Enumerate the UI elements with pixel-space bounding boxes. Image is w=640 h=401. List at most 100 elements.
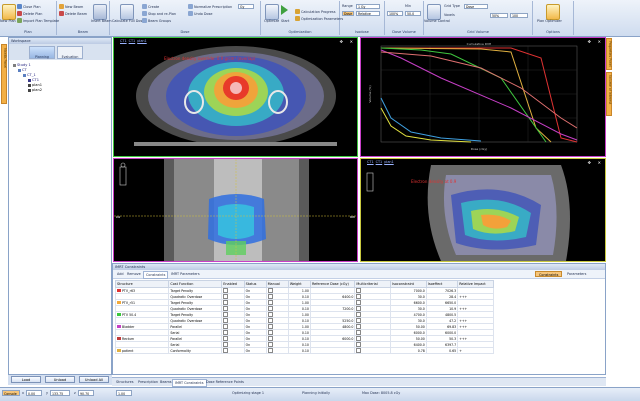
coronal-viewer[interactable]: LW RW xyxy=(113,158,358,262)
enabled-checkbox[interactable] xyxy=(223,288,229,293)
multicriterial-checkbox[interactable] xyxy=(356,348,362,353)
insert-beam-button[interactable]: Insert Beam xyxy=(91,19,112,23)
enabled-checkbox[interactable] xyxy=(223,324,229,329)
grid-value-field[interactable]: 50% xyxy=(490,13,508,18)
dose-toggle[interactable]: Dose xyxy=(342,11,354,16)
enabled-checkbox[interactable] xyxy=(223,318,229,323)
enabled-checkbox[interactable] xyxy=(223,336,229,341)
volume-control-button[interactable]: Volume Control xyxy=(424,19,450,23)
manual-checkbox[interactable] xyxy=(267,306,273,311)
manual-checkbox[interactable] xyxy=(267,312,273,317)
multicriterial-checkbox[interactable] xyxy=(356,288,362,293)
tab-prescription[interactable]: Prescription xyxy=(136,379,160,385)
manual-checkbox[interactable] xyxy=(267,336,273,341)
tab-structures[interactable]: Structures xyxy=(114,379,136,385)
weight-cell[interactable]: 0.10 xyxy=(287,347,311,354)
dvh-viewer[interactable]: ✥ ✕ Cumulative DVH Dose (cGy) Volume (%) xyxy=(360,37,606,157)
tab-evaluation[interactable]: Evaluation xyxy=(57,46,83,59)
enabled-checkbox[interactable] xyxy=(223,348,229,353)
stop-replan-button[interactable]: Stop and re-Plan xyxy=(142,11,176,16)
multicriterial-checkbox[interactable] xyxy=(356,330,362,335)
reference-dose-cell[interactable] xyxy=(309,347,356,354)
multicriterial-checkbox[interactable] xyxy=(356,312,362,317)
constraints-button[interactable]: Constraints xyxy=(535,271,563,277)
remove-button[interactable]: Remove xyxy=(125,271,143,277)
dose-level-field[interactable]: Relative xyxy=(356,11,380,16)
manual-checkbox[interactable] xyxy=(267,318,273,323)
console-button[interactable]: Console xyxy=(2,390,20,396)
multicriterial-checkbox[interactable] xyxy=(356,318,362,323)
new-plan-button[interactable]: New Plan xyxy=(0,19,16,23)
dose-unit-field[interactable]: Gy xyxy=(238,4,254,9)
start-button[interactable]: Start xyxy=(281,19,289,23)
tree-item-ct[interactable]: CT xyxy=(18,68,27,72)
table-row[interactable]: patient Conformality On 0.10 0.78 0.65 + xyxy=(114,347,605,354)
enabled-checkbox[interactable] xyxy=(223,342,229,347)
tab-planning[interactable]: Planning xyxy=(29,46,55,59)
left-side-strip[interactable]: Mantis Panel xyxy=(1,44,7,104)
optimize-button[interactable]: Optimize xyxy=(264,19,279,23)
manual-checkbox[interactable] xyxy=(267,342,273,347)
create-button[interactable]: Create xyxy=(142,4,159,9)
close-plan-button[interactable]: Close Plan xyxy=(17,4,41,9)
import-plan-template-button[interactable]: Import Plan Template xyxy=(17,18,59,23)
calculation-progress-button[interactable]: Calculation Progress xyxy=(295,9,335,14)
tab-dose-reference-points[interactable]: Dose Reference Points xyxy=(204,379,246,385)
tab-imrt-constraints[interactable]: IMRT Constraints xyxy=(172,379,207,387)
calculate-full-dose-button[interactable]: Calculate Full Dose xyxy=(112,19,144,23)
enabled-checkbox[interactable] xyxy=(223,294,229,299)
manual-checkbox[interactable] xyxy=(267,324,273,329)
unload-all-button[interactable]: Unload All xyxy=(79,376,109,383)
properties-strip[interactable]: Properties Panel xyxy=(606,38,612,70)
grid-type-select[interactable]: Dose xyxy=(464,4,488,9)
manual-checkbox[interactable] xyxy=(267,294,273,299)
dv-min-field[interactable]: 100% xyxy=(387,11,403,16)
manual-checkbox[interactable] xyxy=(267,348,273,353)
multicriterial-checkbox[interactable] xyxy=(356,342,362,347)
tree-item-ct1[interactable]: CT_1 xyxy=(23,73,36,77)
optimization-parameters-button[interactable]: Optimization Parameters xyxy=(295,16,343,21)
transverse-viewer[interactable]: CT1 CT1 plan1 ✥ ✕ Electron density overrid… xyxy=(113,37,358,157)
dv-max-field[interactable]: 50.0 xyxy=(405,11,421,16)
delete-plan-button[interactable]: Delete Plan xyxy=(17,11,42,16)
beam-groups-button[interactable]: Beam Groups xyxy=(142,18,171,23)
new-plan-icon[interactable] xyxy=(2,4,16,20)
play-icon[interactable] xyxy=(281,5,288,15)
tab-constraints[interactable]: Constraints xyxy=(143,271,169,279)
enabled-cell[interactable] xyxy=(221,347,245,354)
multicriterial-checkbox[interactable] xyxy=(356,294,362,299)
tree-item-plan1[interactable]: plan1 xyxy=(28,83,42,87)
undo-dose-button[interactable]: Undo Dose xyxy=(188,11,212,16)
multicriterial-checkbox[interactable] xyxy=(356,336,362,341)
enabled-checkbox[interactable] xyxy=(223,300,229,305)
tree-item-plan2[interactable]: plan2 xyxy=(28,88,42,92)
load-button[interactable]: Load xyxy=(11,376,41,383)
enabled-checkbox[interactable] xyxy=(223,306,229,311)
iso-value-field[interactable]: 100 xyxy=(510,13,528,18)
multicriterial-checkbox[interactable] xyxy=(356,306,362,311)
enabled-checkbox[interactable] xyxy=(223,330,229,335)
insert-beam-icon[interactable] xyxy=(93,4,107,20)
isoconstraint-cell[interactable]: 0.78 xyxy=(390,347,427,354)
plan-optimizer-icon[interactable] xyxy=(546,4,560,20)
normalize-button[interactable]: Normalize Prescription xyxy=(188,4,232,9)
delete-beam-button[interactable]: Delete Beam xyxy=(59,11,87,16)
volume-control-icon[interactable] xyxy=(427,4,441,20)
multicriterial-checkbox[interactable] xyxy=(356,324,362,329)
enabled-checkbox[interactable] xyxy=(223,312,229,317)
unload-button[interactable]: Unload xyxy=(45,376,75,383)
tab-imrt-parameters[interactable]: IMRT Parameters xyxy=(169,271,202,277)
sagittal-viewer[interactable]: CT1 CT1 plan1 ✥ ✕ Electron density at 0.9 xyxy=(360,158,606,262)
multicriterial-cell[interactable] xyxy=(354,347,392,354)
manual-checkbox[interactable] xyxy=(267,300,273,305)
tree-item-study[interactable]: Study 1 xyxy=(13,63,31,67)
add-button[interactable]: Add xyxy=(115,271,126,277)
multicriterial-checkbox[interactable] xyxy=(356,300,362,305)
manual-cell[interactable] xyxy=(265,347,289,354)
optimize-icon[interactable] xyxy=(265,4,279,20)
range-field[interactable]: 1 Gy xyxy=(356,4,380,9)
parameters-button[interactable]: Parameters xyxy=(565,271,588,277)
manual-checkbox[interactable] xyxy=(267,330,273,335)
new-beam-button[interactable]: New Beam xyxy=(59,4,83,9)
plan-optimizer-button[interactable]: Plan Optimizer xyxy=(537,19,562,23)
